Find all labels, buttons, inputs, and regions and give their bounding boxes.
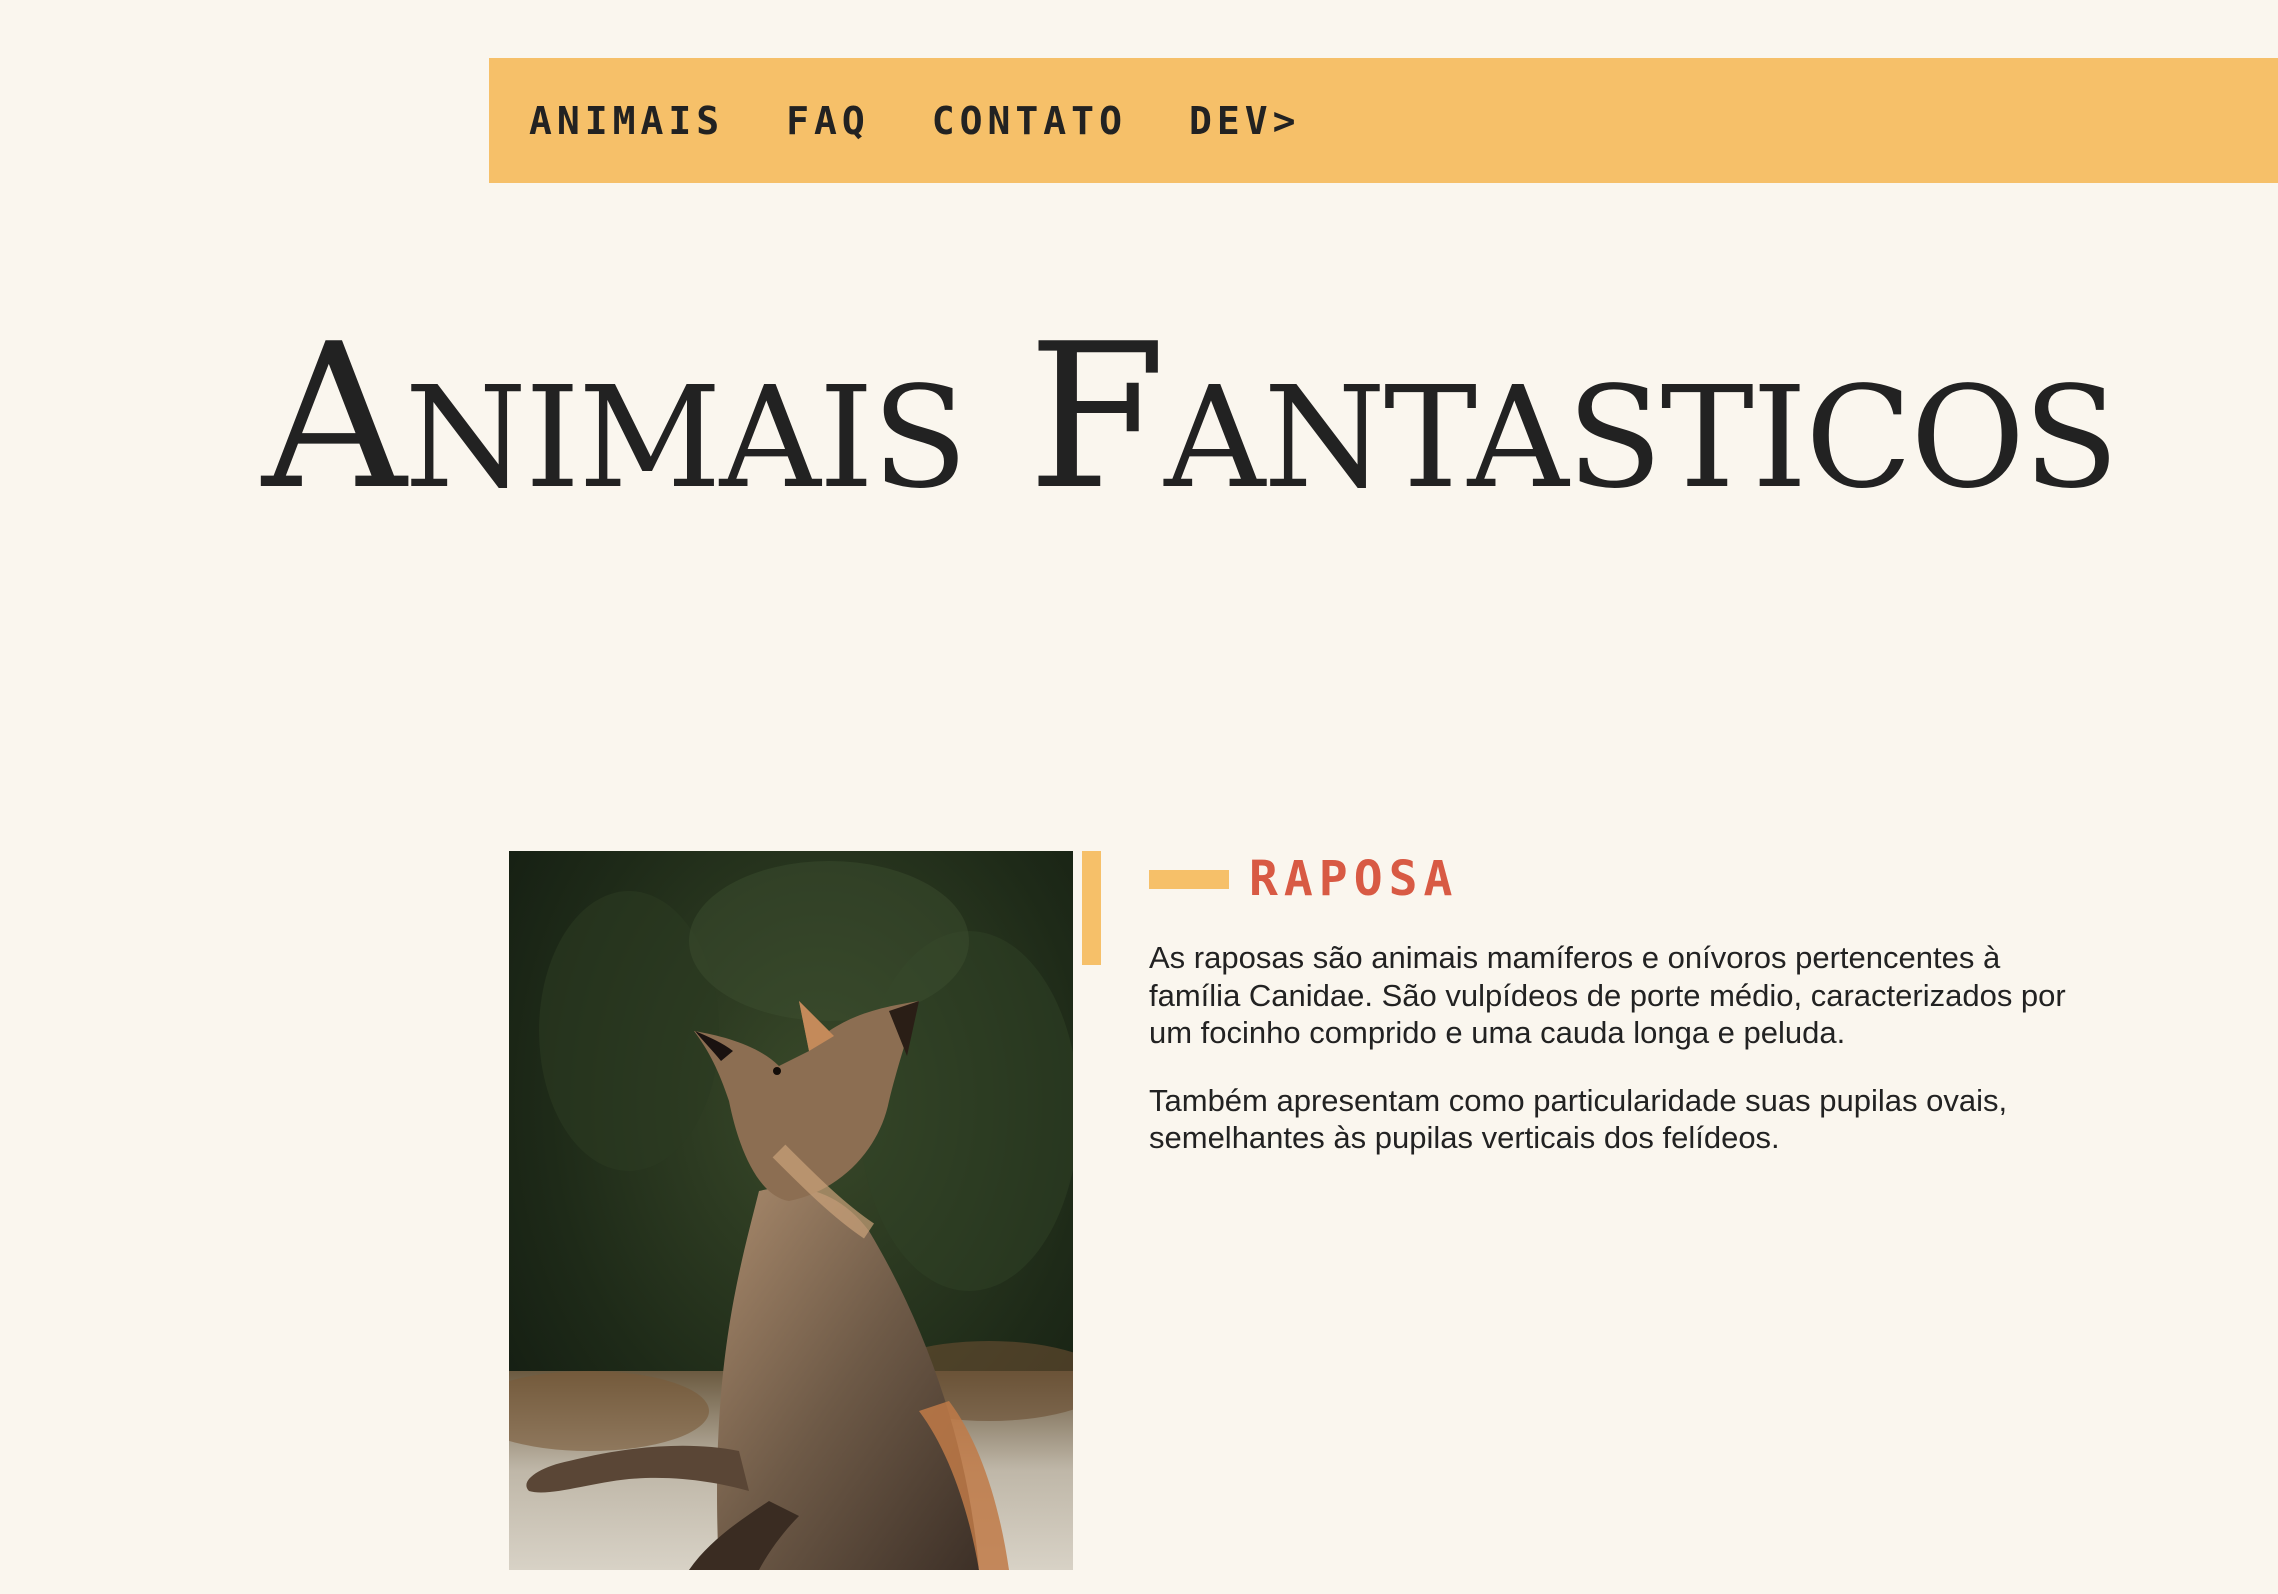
animal-paragraph: As raposas são animais mamíferos e onívo… bbox=[1149, 940, 2066, 1050]
page-title: Animais Fantasticos bbox=[262, 301, 2119, 534]
animal-paragraph: Também apresentam como particularidade s… bbox=[1149, 1082, 2008, 1156]
menu-link-faq[interactable]: FAQ bbox=[786, 99, 870, 143]
menu-link-dev[interactable]: DEV> bbox=[1189, 99, 1301, 143]
accent-bar bbox=[1082, 851, 1101, 965]
main-menu: ANIMAIS FAQ CONTATO DEV> bbox=[489, 58, 2278, 183]
animal-heading: RAPOSA bbox=[1149, 851, 2089, 907]
menu-item-contato: CONTATO bbox=[932, 99, 1127, 143]
animal-name: RAPOSA bbox=[1249, 851, 1459, 907]
animal-description: RAPOSA As raposas são animais mamíferos … bbox=[1149, 851, 2089, 1157]
menu-list: ANIMAIS FAQ CONTATO DEV> bbox=[489, 58, 2278, 183]
menu-item-dev: DEV> bbox=[1189, 99, 1301, 143]
heading-dash bbox=[1149, 869, 1229, 889]
menu-link-animais[interactable]: ANIMAIS bbox=[529, 99, 724, 143]
menu-link-contato[interactable]: CONTATO bbox=[932, 99, 1127, 143]
menu-item-animais: ANIMAIS bbox=[529, 99, 724, 143]
menu-item-faq: FAQ bbox=[786, 99, 870, 143]
fox-photo bbox=[509, 851, 1073, 1570]
